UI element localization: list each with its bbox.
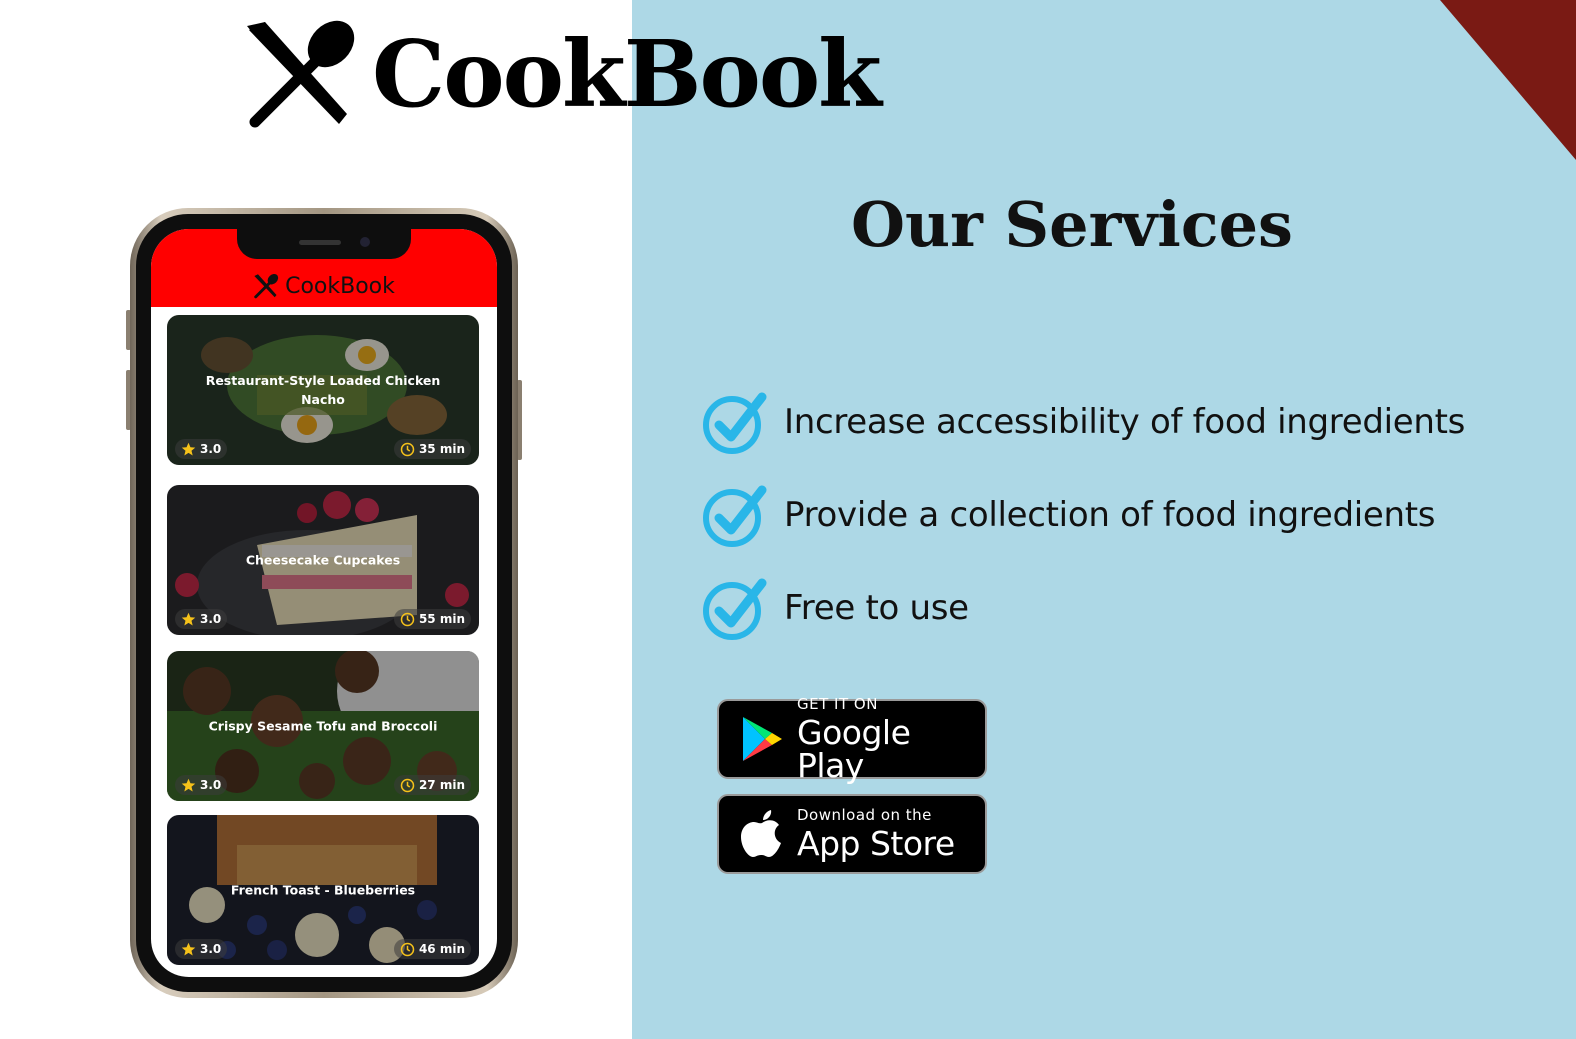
google-badge-big: Google Play: [797, 712, 911, 785]
checkmark-circle-icon: [703, 392, 767, 454]
recipe-title: Restaurant-Style Loaded Chicken Nacho: [205, 373, 441, 407]
service-item: Free to use: [700, 576, 1560, 640]
recipe-rating: 3.0: [175, 939, 228, 959]
app-brand: CookBook: [151, 273, 497, 299]
fork-spoon-crossed-icon: [254, 273, 279, 299]
rating-value: 3.0: [200, 442, 222, 456]
clock-icon: [400, 442, 415, 456]
phone-mockup: CookBook Restaurant-Style Loaded Chicken…: [130, 208, 518, 998]
recipe-time: 35 min: [393, 439, 471, 459]
brand-logo: CookBook: [243, 16, 882, 131]
rating-value: 3.0: [200, 942, 222, 956]
recipe-card[interactable]: Restaurant-Style Loaded Chicken Nacho 3.…: [167, 315, 479, 465]
star-icon: [181, 778, 196, 791]
services-title: Our Services: [851, 188, 1293, 261]
service-item: Increase accessibility of food ingredien…: [700, 390, 1560, 454]
clock-icon: [400, 778, 415, 792]
apple-icon: [741, 810, 781, 857]
star-icon: [181, 942, 196, 955]
apple-badge-small: Download on the: [797, 806, 932, 824]
notch-camera: [360, 237, 370, 247]
service-text: Provide a collection of food ingredients: [784, 495, 1436, 535]
recipe-title: Cheesecake Cupcakes: [245, 552, 401, 568]
recipe-title: Crispy Sesame Tofu and Broccoli: [208, 718, 438, 734]
recipe-rating: 3.0: [175, 609, 228, 629]
recipe-rating: 3.0: [175, 775, 228, 795]
service-text: Increase accessibility of food ingredien…: [784, 402, 1466, 442]
time-value: 55 min: [418, 612, 465, 626]
clock-icon: [400, 942, 415, 956]
recipe-card[interactable]: Cheesecake Cupcakes 3.0 55 min: [167, 485, 479, 635]
notch-speaker: [299, 240, 341, 245]
app-brand-title: CookBook: [285, 273, 395, 299]
star-icon: [181, 442, 196, 455]
brand-title: CookBook: [372, 19, 882, 128]
google-play-icon: [743, 717, 782, 761]
time-value: 46 min: [418, 942, 465, 956]
service-text: Free to use: [784, 588, 969, 628]
google-badge-small: GET IT ON: [797, 694, 878, 713]
recipe-rating: 3.0: [175, 439, 228, 459]
recipe-title: French Toast - Blueberries: [230, 882, 416, 898]
apple-badge-text: Download on the App Store: [797, 806, 955, 863]
phone-notch: [237, 229, 411, 259]
phone-screen: CookBook Restaurant-Style Loaded Chicken…: [151, 229, 497, 977]
recipe-time: 46 min: [393, 939, 471, 959]
fork-spoon-crossed-icon: [247, 20, 355, 127]
recipe-card[interactable]: Crispy Sesame Tofu and Broccoli 3.0 27 m…: [167, 651, 479, 801]
phone-bezel: CookBook Restaurant-Style Loaded Chicken…: [136, 214, 512, 992]
star-icon: [181, 612, 196, 625]
recipe-time: 27 min: [393, 775, 471, 795]
checkmark-circle-icon: [703, 485, 767, 547]
google-play-badge[interactable]: GET IT ON Google Play: [717, 694, 987, 785]
clock-icon: [400, 612, 415, 626]
recipe-card[interactable]: French Toast - Blueberries 3.0 46 min: [167, 815, 479, 965]
service-item: Provide a collection of food ingredients: [700, 483, 1560, 547]
rating-value: 3.0: [200, 778, 222, 792]
apple-badge-big: App Store: [797, 824, 955, 863]
services-list: Increase accessibility of food ingredien…: [700, 390, 1560, 669]
time-value: 35 min: [418, 442, 465, 456]
app-store-badge[interactable]: Download on the App Store: [717, 794, 987, 874]
rating-value: 3.0: [200, 612, 222, 626]
checkmark-circle-icon: [703, 578, 767, 640]
time-value: 27 min: [418, 778, 465, 792]
google-badge-text: GET IT ON Google Play: [797, 694, 985, 785]
corner-accent: [1440, 0, 1576, 160]
recipe-time: 55 min: [393, 609, 471, 629]
